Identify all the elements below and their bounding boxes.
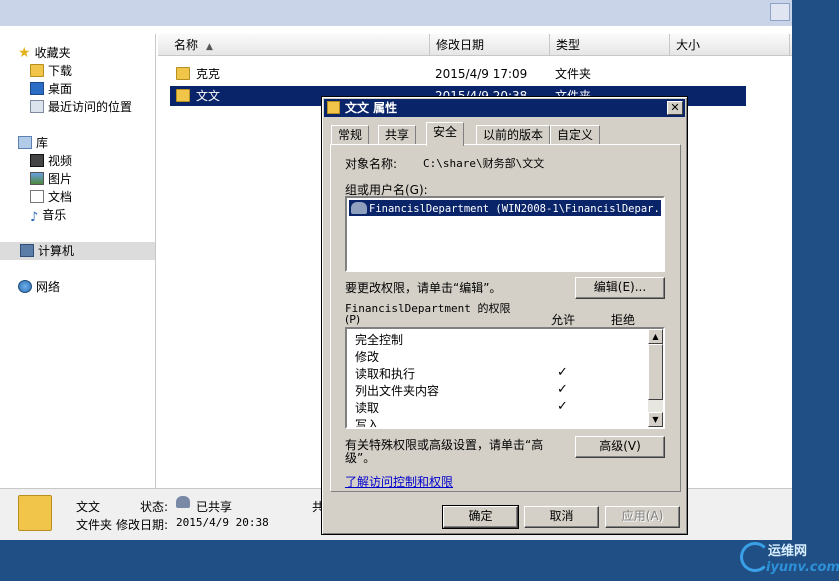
network-globe-icon bbox=[18, 280, 32, 293]
permissions-label-shortcut: (P) bbox=[345, 313, 361, 326]
video-icon bbox=[30, 154, 44, 167]
object-name-label: 对象名称: bbox=[345, 157, 398, 171]
permission-allow-check-icon: ✓ bbox=[557, 382, 568, 397]
star-icon: ★ bbox=[18, 45, 31, 61]
details-name: 文文 bbox=[76, 500, 101, 514]
shared-users-icon bbox=[176, 496, 190, 511]
nav-desktop[interactable]: 桌面 bbox=[30, 80, 72, 98]
permission-name: 写入 bbox=[355, 418, 380, 429]
nav-documents[interactable]: 文档 bbox=[30, 188, 72, 206]
ok-button[interactable]: 确定 bbox=[442, 505, 519, 529]
advanced-button[interactable]: 高级(V) bbox=[575, 436, 665, 458]
permission-name: 完全控制 bbox=[355, 333, 404, 347]
edit-button[interactable]: 编辑(E)... bbox=[575, 277, 665, 299]
nav-downloads[interactable]: 下载 bbox=[30, 62, 72, 80]
sort-ascending-icon: ▲ bbox=[206, 42, 213, 52]
close-icon: ✕ bbox=[670, 101, 680, 114]
close-button[interactable]: ✕ bbox=[667, 101, 683, 115]
user-list[interactable]: FinancislDepartment (WIN2008-1\Financisl… bbox=[345, 196, 665, 272]
permission-name: 修改 bbox=[355, 350, 380, 364]
dialog-title: 文文 属性 bbox=[345, 101, 398, 115]
file-row[interactable]: 克克 2015/4/9 17:09 文件夹 bbox=[170, 64, 746, 84]
recent-places-icon bbox=[30, 100, 44, 113]
nav-pictures[interactable]: 图片 bbox=[30, 170, 72, 188]
permission-name: 读取 bbox=[355, 401, 380, 415]
column-header-type[interactable]: 类型 bbox=[550, 34, 670, 56]
nav-libraries[interactable]: 库 bbox=[18, 134, 48, 152]
folder-icon bbox=[327, 101, 340, 114]
permission-name: 列出文件夹内容 bbox=[355, 384, 440, 398]
file-list-header: 名称 ▲ 修改日期 类型 大小 bbox=[158, 34, 792, 56]
object-name-value: C:\share\财务部\文文 bbox=[423, 157, 545, 170]
permission-allow-check-icon: ✓ bbox=[557, 365, 568, 380]
scroll-down-arrow-icon[interactable]: ▼ bbox=[648, 412, 663, 427]
tab-general[interactable]: 常规 bbox=[331, 125, 370, 145]
learn-access-control-link[interactable]: 了解访问控制和权限 bbox=[345, 473, 453, 490]
allow-column-header: 允许 bbox=[551, 313, 576, 327]
folder-icon bbox=[176, 67, 190, 80]
tab-security[interactable]: 安全 bbox=[426, 122, 465, 146]
permission-allow-check-icon: ✓ bbox=[557, 399, 568, 414]
apply-button[interactable]: 应用(A) bbox=[605, 506, 680, 528]
details-status-value: 已共享 bbox=[196, 500, 233, 514]
nav-videos[interactable]: 视频 bbox=[30, 152, 72, 170]
nav-computer[interactable]: 计算机 bbox=[0, 242, 155, 260]
tab-customize[interactable]: 自定义 bbox=[550, 125, 601, 145]
deny-column-header: 拒绝 bbox=[611, 313, 636, 327]
users-group-icon bbox=[351, 202, 367, 214]
change-permissions-hint: 要更改权限，请单击“编辑”。 bbox=[345, 281, 502, 295]
window-top-strip bbox=[0, 0, 792, 26]
pictures-icon bbox=[30, 172, 44, 185]
security-tab-panel: 对象名称: C:\share\财务部\文文 组或用户名(G): Financis… bbox=[330, 144, 681, 492]
nav-network[interactable]: 网络 bbox=[18, 278, 60, 296]
details-modified-label: 修改日期: bbox=[116, 518, 169, 532]
properties-dialog: 文文 属性 ✕ 常规 共享 安全 以前的版本 自定义 对象名称: C:\shar… bbox=[321, 96, 688, 535]
nav-music[interactable]: ♪ 音乐 bbox=[30, 206, 66, 225]
permissions-scrollbar[interactable]: ▲ ▼ bbox=[648, 329, 663, 427]
column-header-size[interactable]: 大小 bbox=[670, 34, 790, 56]
desktop-icon bbox=[30, 82, 44, 95]
user-list-item-selected[interactable]: FinancislDepartment (WIN2008-1\Financisl… bbox=[349, 200, 661, 216]
details-type: 文件夹 bbox=[76, 518, 113, 532]
watermark-logo: 运维网 iyunv.com bbox=[738, 538, 839, 580]
advanced-hint-line2: 级”。 bbox=[345, 451, 376, 465]
window-control-button[interactable] bbox=[770, 3, 790, 21]
folder-icon bbox=[176, 89, 190, 102]
scroll-thumb[interactable] bbox=[648, 344, 663, 400]
watermark-bottom-text: iyunv.com bbox=[766, 560, 839, 575]
cancel-button[interactable]: 取消 bbox=[524, 506, 599, 528]
column-header-modified[interactable]: 修改日期 bbox=[430, 34, 550, 56]
computer-icon bbox=[20, 244, 34, 257]
details-status-label: 状态: bbox=[140, 500, 169, 514]
tab-previous-versions[interactable]: 以前的版本 bbox=[476, 125, 551, 145]
document-icon bbox=[30, 190, 44, 203]
large-folder-icon bbox=[18, 495, 52, 531]
scroll-up-arrow-icon[interactable]: ▲ bbox=[648, 329, 663, 344]
nav-favorites[interactable]: ★ 收藏夹 bbox=[18, 44, 71, 62]
navigation-pane: ★ 收藏夹 下载 桌面 最近访问的位置 库 视频 图片 文档 ♪ 音乐 计算机 网络 bbox=[0, 34, 156, 488]
nav-recent[interactable]: 最近访问的位置 bbox=[30, 98, 132, 116]
dialog-title-bar[interactable]: 文文 属性 ✕ bbox=[324, 99, 685, 117]
details-modified-value: 2015/4/9 20:38 bbox=[176, 516, 269, 529]
downloads-folder-icon bbox=[30, 64, 44, 77]
permissions-label: FinancislDepartment 的权限 bbox=[345, 302, 511, 315]
library-icon bbox=[18, 136, 32, 149]
watermark-top-text: 运维网 bbox=[768, 544, 808, 559]
column-header-name[interactable]: 名称 ▲ bbox=[158, 34, 430, 56]
permissions-list[interactable]: 完全控制修改读取和执行 ✓ 列出文件夹内容 ✓ 读取 ✓ 写入 ▲ ▼ bbox=[345, 327, 665, 429]
tab-sharing[interactable]: 共享 bbox=[378, 125, 417, 145]
music-note-icon: ♪ bbox=[30, 210, 39, 225]
permission-name: 读取和执行 bbox=[355, 367, 416, 381]
